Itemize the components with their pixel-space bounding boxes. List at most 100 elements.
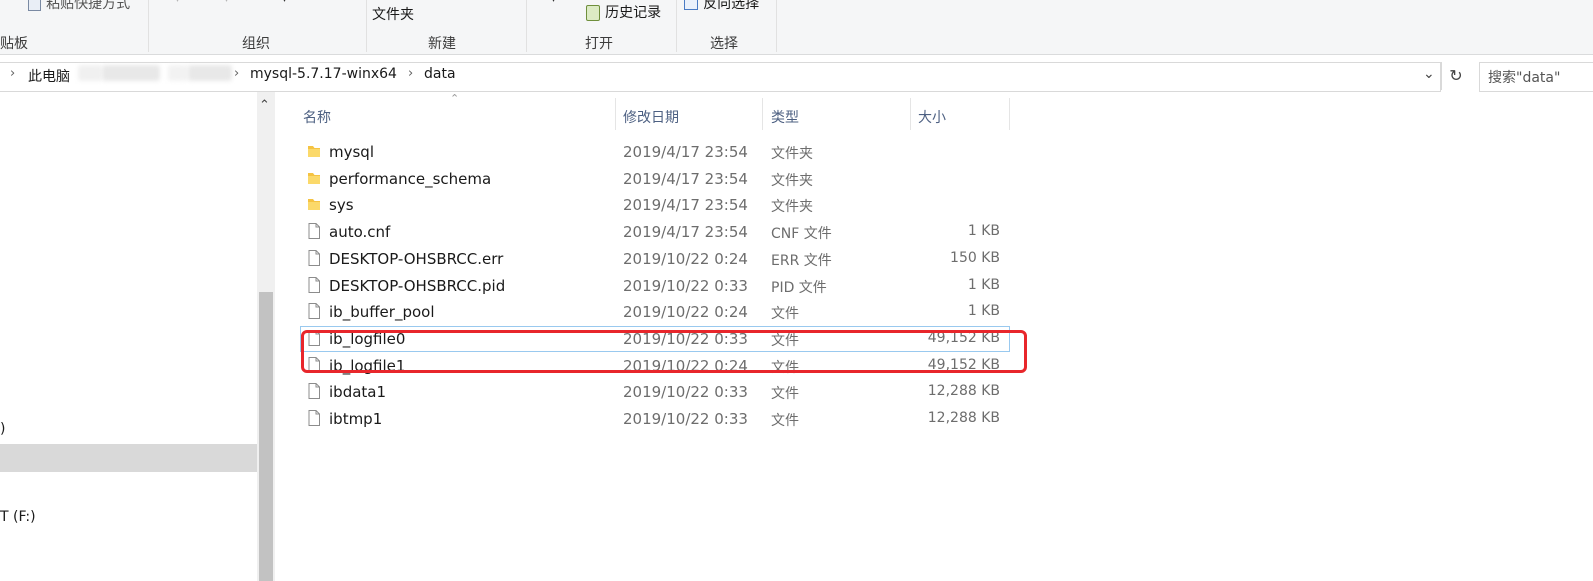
file-type: 文件夹: [771, 199, 813, 216]
refresh-button[interactable]: ↻: [1441, 62, 1470, 90]
nav-item-drive-f[interactable]: T (F:): [0, 509, 36, 525]
file-modified-date: 2019/10/22 0:24: [623, 303, 748, 322]
search-input[interactable]: 搜索"data": [1479, 62, 1593, 92]
open-dropdown[interactable]: ▾: [551, 0, 556, 5]
file-type: CNF 文件: [771, 226, 832, 243]
invert-selection-button[interactable]: 反向选择: [684, 0, 760, 12]
invert-selection-icon: [684, 0, 698, 10]
column-header-size[interactable]: 大小: [918, 107, 946, 127]
column-divider[interactable]: [762, 98, 763, 130]
paste-shortcut-icon: [28, 0, 41, 11]
nav-scrollbar-thumb[interactable]: [259, 292, 273, 581]
file-icon: [306, 249, 322, 267]
file-name: DESKTOP-OHSBRCC.pid: [329, 276, 506, 295]
redacted-path: [78, 65, 102, 81]
organize-group-label: 组织: [242, 36, 270, 52]
file-modified-date: 2019/10/22 0:24: [623, 356, 748, 375]
file-row[interactable]: ib_logfile0 2019/10/22 0:33 文件 49,152 KB: [300, 325, 1010, 352]
file-modified-date: 2019/4/17 23:54: [623, 223, 748, 242]
file-row[interactable]: DESKTOP-OHSBRCC.err 2019/10/22 0:24 ERR 文件…: [300, 246, 1010, 272]
file-row[interactable]: auto.cnf 2019/4/17 23:54 CNF 文件 1 KB: [300, 219, 1010, 245]
organize-dropdown-2[interactable]: ▾: [224, 0, 229, 5]
folder-icon: [306, 195, 322, 213]
refresh-icon: ↻: [1449, 66, 1463, 85]
file-size: 12,288 KB: [927, 410, 1000, 426]
select-group-label: 选择: [710, 36, 738, 52]
file-modified-date: 2019/4/17 23:54: [623, 169, 748, 188]
file-size: 1 KB: [967, 223, 1000, 240]
file-size: 1 KB: [967, 303, 1000, 320]
organize-dropdown-3[interactable]: ▾: [282, 0, 287, 5]
history-label: 历史记录: [605, 5, 662, 21]
folder-icon: [306, 142, 322, 160]
file-row[interactable]: DESKTOP-OHSBRCC.pid 2019/10/22 0:33 PID 文件…: [300, 273, 1010, 299]
file-name: auto.cnf: [329, 223, 391, 242]
history-icon: [586, 4, 600, 21]
redacted-path: [168, 65, 188, 81]
file-icon: [306, 222, 322, 240]
file-modified-date: 2019/10/22 0:24: [623, 249, 748, 268]
file-type: ERR 文件: [771, 252, 832, 269]
file-row[interactable]: mysql 2019/4/17 23:54 文件夹: [300, 139, 1010, 165]
file-modified-date: 2019/10/22 0:33: [623, 329, 748, 348]
file-modified-date: 2019/4/17 23:54: [623, 143, 748, 161]
file-name: performance_schema: [329, 169, 492, 188]
file-size: 49,152 KB: [927, 356, 1000, 373]
column-divider[interactable]: [615, 98, 616, 130]
file-name: ib_logfile0: [329, 329, 406, 348]
chevron-right-icon: ›: [408, 66, 414, 81]
paste-shortcut-label: 粘贴快捷方式: [46, 0, 131, 12]
address-history-dropdown[interactable]: ⌄: [1423, 66, 1435, 82]
group-divider: [366, 0, 367, 52]
file-type: PID 文件: [771, 279, 827, 296]
column-header-name[interactable]: 名称: [303, 107, 331, 127]
new-group-label: 新建: [428, 36, 456, 52]
file-type: 文件: [771, 359, 799, 376]
ribbon: [0, 0, 1593, 55]
nav-selected-item[interactable]: [0, 444, 257, 472]
file-row[interactable]: ib_buffer_pool 2019/10/22 0:24 文件 1 KB: [300, 299, 1010, 325]
file-name: ib_buffer_pool: [329, 303, 435, 322]
chevron-right-icon: ›: [10, 66, 16, 81]
invert-selection-label: 反向选择: [703, 0, 760, 12]
paste-shortcut-button[interactable]: 粘贴快捷方式: [28, 0, 131, 12]
file-modified-date: 2019/10/22 0:33: [623, 410, 748, 428]
file-icon: [306, 302, 322, 320]
file-name: mysql: [329, 143, 374, 161]
file-type: 文件夹: [771, 146, 813, 162]
file-type: 文件: [771, 413, 799, 429]
file-size: 1 KB: [967, 276, 1000, 293]
file-row[interactable]: performance_schema 2019/4/17 23:54 文件夹: [300, 166, 1010, 192]
file-size: 49,152 KB: [927, 329, 1000, 346]
file-modified-date: 2019/10/22 0:33: [623, 276, 748, 295]
file-row[interactable]: ib_logfile1 2019/10/22 0:24 文件 49,152 KB: [300, 353, 1010, 379]
organize-dropdown-1[interactable]: ▾: [175, 0, 180, 5]
search-placeholder: 搜索"data": [1488, 70, 1561, 86]
breadcrumb-this-pc[interactable]: 此电脑: [28, 66, 70, 86]
file-row[interactable]: ibtmp1 2019/10/22 0:33 文件 12,288 KB: [300, 406, 1010, 432]
file-name: ibtmp1: [329, 410, 383, 428]
folder-icon: [306, 169, 322, 187]
file-name: sys: [329, 196, 354, 215]
file-name: ibdata1: [329, 383, 387, 402]
breadcrumb-mysql-folder[interactable]: mysql-5.7.17-winx64: [250, 66, 397, 82]
file-type: 文件: [771, 386, 799, 403]
new-folder-button[interactable]: 文件夹: [372, 4, 414, 24]
file-type: 文件: [771, 332, 799, 349]
file-row[interactable]: sys 2019/4/17 23:54 文件夹: [300, 192, 1010, 218]
file-type: 文件夹: [771, 172, 813, 189]
group-divider: [148, 0, 149, 52]
file-modified-date: 2019/10/22 0:33: [623, 383, 748, 402]
scroll-up-arrow-icon[interactable]: ⌃: [259, 98, 270, 113]
column-divider[interactable]: [1009, 98, 1010, 130]
column-header-type[interactable]: 类型: [771, 107, 799, 127]
column-divider[interactable]: [910, 98, 911, 130]
history-button[interactable]: 历史记录: [586, 2, 661, 22]
redacted-path: [102, 65, 160, 81]
nav-item-paren[interactable]: ): [0, 421, 5, 437]
breadcrumb-data[interactable]: data: [424, 66, 456, 82]
file-icon: [306, 409, 322, 427]
file-modified-date: 2019/4/17 23:54: [623, 196, 748, 215]
file-row[interactable]: ibdata1 2019/10/22 0:33 文件 12,288 KB: [300, 379, 1010, 405]
column-header-modified[interactable]: 修改日期: [623, 107, 679, 127]
